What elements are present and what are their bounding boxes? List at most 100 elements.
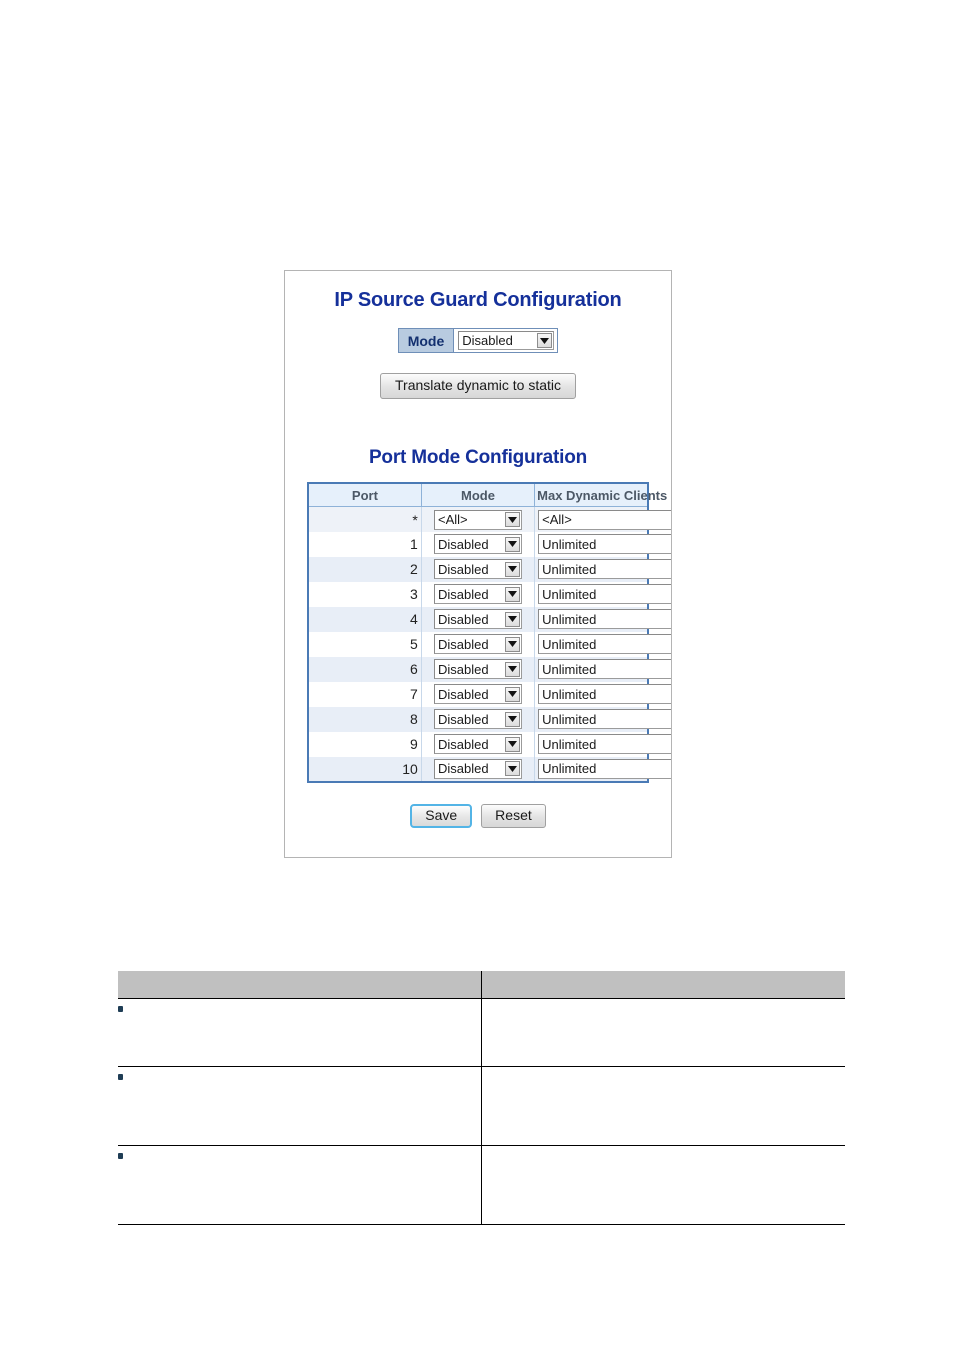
cell-mode: Disabled bbox=[420, 556, 536, 582]
max-dynamic-clients-select[interactable]: Unlimited bbox=[538, 709, 671, 730]
cell-port: 5 bbox=[307, 631, 422, 657]
column-header-max-dynamic-clients: Max Dynamic Clients bbox=[534, 482, 667, 508]
table-header-row: Port Mode Max Dynamic Clients bbox=[307, 482, 667, 508]
port-mode-select[interactable]: Disabled bbox=[433, 609, 522, 630]
cell-mode: Disabled bbox=[420, 656, 536, 682]
translate-button-row: Translate dynamic to static bbox=[285, 373, 671, 400]
table-row bbox=[118, 1066, 845, 1146]
port-mode-select[interactable]: Disabled bbox=[433, 534, 522, 555]
port-mode-value: Disabled bbox=[437, 736, 489, 752]
ip-source-guard-screenshot-panel: IP Source Guard Configuration Mode Disab… bbox=[284, 270, 672, 858]
ui-content: IP Source Guard Configuration Mode Disab… bbox=[285, 271, 671, 829]
chevron-down-icon[interactable] bbox=[504, 736, 520, 752]
port-mode-value: Disabled bbox=[437, 561, 489, 577]
row-description bbox=[481, 1145, 845, 1225]
chevron-down-icon[interactable] bbox=[504, 586, 520, 602]
port-mode-select[interactable]: Disabled bbox=[433, 634, 522, 655]
port-mode-value: Disabled bbox=[437, 586, 489, 602]
max-dynamic-clients-value: Unlimited bbox=[542, 711, 597, 727]
table-row: 5 Disabled Unlimited bbox=[307, 631, 671, 657]
save-button[interactable]: Save bbox=[410, 803, 473, 829]
max-dynamic-clients-select[interactable]: Unlimited bbox=[538, 534, 671, 555]
cell-max-dynamic-clients: Unlimited bbox=[534, 631, 671, 657]
port-mode-select[interactable]: Disabled bbox=[433, 584, 522, 605]
port-mode-select[interactable]: Disabled bbox=[433, 684, 522, 705]
cell-max-dynamic-clients: Unlimited bbox=[534, 556, 671, 582]
table-row: 4 Disabled Unlimited bbox=[307, 606, 671, 632]
description-table bbox=[118, 968, 845, 1229]
translate-dynamic-to-static-button[interactable]: Translate dynamic to static bbox=[380, 373, 576, 400]
cell-max-dynamic-clients: Unlimited bbox=[534, 731, 671, 757]
port-mode-section-title: Port Mode Configuration bbox=[368, 447, 588, 469]
max-dynamic-clients-select[interactable]: <All> bbox=[538, 509, 671, 530]
max-dynamic-clients-value: Unlimited bbox=[542, 586, 597, 602]
cell-port: 8 bbox=[307, 706, 422, 732]
table-row: 7 Disabled Unlimited bbox=[307, 681, 671, 707]
max-dynamic-clients-select[interactable]: Unlimited bbox=[538, 758, 671, 779]
max-dynamic-clients-value: <All> bbox=[542, 512, 572, 528]
cell-port: 2 bbox=[307, 556, 422, 582]
max-dynamic-clients-select[interactable]: Unlimited bbox=[538, 634, 671, 655]
chevron-down-icon[interactable] bbox=[504, 711, 520, 727]
max-dynamic-clients-select[interactable]: Unlimited bbox=[538, 734, 671, 755]
bullet-icon bbox=[118, 1074, 123, 1080]
port-mode-value: Disabled bbox=[437, 611, 489, 627]
table-row: 1 Disabled Unlimited bbox=[307, 531, 671, 557]
chevron-down-icon[interactable] bbox=[504, 611, 520, 627]
max-dynamic-clients-select[interactable]: Unlimited bbox=[538, 559, 671, 580]
port-mode-select[interactable]: Disabled bbox=[433, 734, 522, 755]
port-mode-value: Disabled bbox=[437, 661, 489, 677]
port-mode-select[interactable]: Disabled bbox=[433, 659, 522, 680]
port-mode-value: Disabled bbox=[437, 536, 489, 552]
port-mode-select[interactable]: <All> bbox=[433, 509, 522, 530]
table-row: * <All> <All> bbox=[307, 506, 671, 532]
max-dynamic-clients-value: Unlimited bbox=[542, 686, 597, 702]
max-dynamic-clients-select[interactable]: Unlimited bbox=[538, 584, 671, 605]
chevron-down-icon[interactable] bbox=[504, 512, 520, 528]
chevron-down-icon[interactable] bbox=[504, 536, 520, 552]
chevron-down-icon[interactable] bbox=[504, 561, 520, 577]
port-mode-select[interactable]: Disabled bbox=[433, 559, 522, 580]
chevron-down-icon[interactable] bbox=[504, 636, 520, 652]
cell-port: 6 bbox=[307, 656, 422, 682]
table-bottom-rule-row bbox=[118, 1224, 845, 1229]
port-mode-select[interactable]: Disabled bbox=[433, 709, 522, 730]
port-mode-table: Port Mode Max Dynamic Clients * <All> <All… bbox=[307, 482, 671, 783]
max-dynamic-clients-select[interactable]: Unlimited bbox=[538, 609, 671, 630]
column-header-port: Port bbox=[307, 482, 422, 508]
cell-port: 4 bbox=[307, 606, 422, 632]
row-label-cell bbox=[118, 1145, 482, 1225]
chevron-down-icon[interactable] bbox=[504, 761, 520, 777]
cell-port: 3 bbox=[307, 581, 422, 607]
max-dynamic-clients-value: Unlimited bbox=[542, 611, 597, 627]
reset-button[interactable]: Reset bbox=[481, 803, 546, 829]
cell-max-dynamic-clients: Unlimited bbox=[534, 706, 671, 732]
global-mode-row: Mode Disabled bbox=[397, 328, 559, 353]
port-mode-table-wrap: Port Mode Max Dynamic Clients * <All> <All… bbox=[285, 482, 671, 783]
table-row bbox=[118, 1145, 845, 1225]
cell-max-dynamic-clients: Unlimited bbox=[534, 656, 671, 682]
port-mode-select[interactable]: Disabled bbox=[433, 758, 522, 779]
port-mode-value: <All> bbox=[437, 512, 468, 528]
chevron-down-icon[interactable] bbox=[504, 661, 520, 677]
global-mode-select[interactable]: Disabled bbox=[458, 331, 555, 350]
column-header-description bbox=[481, 971, 845, 999]
cell-max-dynamic-clients: Unlimited bbox=[534, 681, 671, 707]
max-dynamic-clients-value: Unlimited bbox=[542, 536, 597, 552]
cell-mode: Disabled bbox=[420, 681, 536, 707]
global-mode-value: Disabled bbox=[462, 333, 513, 348]
chevron-down-icon[interactable] bbox=[537, 333, 553, 348]
cell-max-dynamic-clients: Unlimited bbox=[534, 756, 671, 782]
max-dynamic-clients-value: Unlimited bbox=[542, 761, 597, 777]
chevron-down-icon[interactable] bbox=[504, 686, 520, 702]
cell-max-dynamic-clients: Unlimited bbox=[534, 531, 671, 557]
port-mode-value: Disabled bbox=[437, 636, 489, 652]
row-label-cell bbox=[118, 998, 482, 1067]
port-mode-table-body: * <All> <All> 1 Disabled Unlimited 2 Disabled Un… bbox=[307, 506, 671, 782]
max-dynamic-clients-select[interactable]: Unlimited bbox=[538, 659, 671, 680]
max-dynamic-clients-select[interactable]: Unlimited bbox=[538, 684, 671, 705]
table-row: 3 Disabled Unlimited bbox=[307, 581, 671, 607]
row-description bbox=[481, 1066, 845, 1146]
cell-port: 9 bbox=[307, 731, 422, 757]
cell-port: 7 bbox=[307, 681, 422, 707]
